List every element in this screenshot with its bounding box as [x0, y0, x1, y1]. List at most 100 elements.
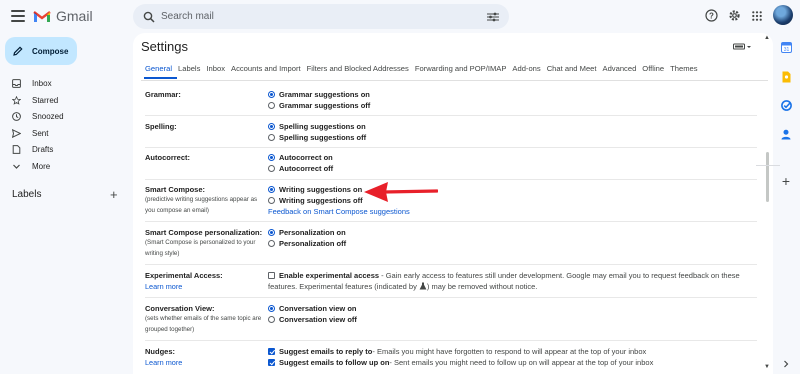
show-side-panel-icon[interactable]: [776, 360, 796, 368]
conversation-view-label: Conversation View:: [145, 304, 215, 313]
tabs-divider: [141, 80, 768, 81]
tasks-icon: [780, 100, 792, 111]
contacts-icon: [781, 129, 791, 140]
keep-app[interactable]: [776, 71, 796, 83]
nav-item-label: Drafts: [32, 144, 54, 154]
scroll-up-arrow[interactable]: ▲: [764, 35, 770, 41]
personalization-off-option[interactable]: Personalization off: [268, 239, 346, 248]
calendar-icon: 31: [780, 42, 792, 53]
suggest-reply-checkbox[interactable]: [268, 348, 275, 355]
experimental-learn-more-link[interactable]: Learn more: [145, 282, 182, 291]
tab-offline[interactable]: Offline: [642, 64, 664, 73]
nav-item-drafts[interactable]: Drafts: [0, 141, 120, 157]
grammar-label: Grammar:: [145, 90, 181, 99]
smart-compose-feedback-link[interactable]: Feedback on Smart Compose suggestions: [268, 207, 410, 216]
compose-button[interactable]: Compose: [5, 37, 77, 65]
search-bar[interactable]: Search mail: [133, 4, 509, 29]
row-divider: [145, 115, 757, 116]
calendar-app[interactable]: 31: [776, 42, 796, 53]
grammar-on-option[interactable]: Grammar suggestions on: [268, 90, 370, 99]
app-name: Gmail: [56, 8, 93, 24]
gmail-logo[interactable]: Gmail: [33, 8, 93, 24]
tasks-app[interactable]: [776, 100, 796, 111]
flask-icon: [419, 282, 427, 290]
autocorrect-on-option[interactable]: Autocorrect on: [268, 153, 333, 162]
tab-inbox[interactable]: Inbox: [206, 64, 225, 73]
option-label: Grammar suggestions on: [279, 90, 370, 99]
conversation-view-on-radio[interactable]: [268, 305, 275, 312]
svg-text:?: ?: [709, 11, 714, 20]
option-label: Conversation view on: [279, 304, 357, 313]
autocorrect-on-radio[interactable]: [268, 154, 275, 161]
personalization-on-radio[interactable]: [268, 229, 275, 236]
search-input[interactable]: Search mail: [161, 11, 214, 22]
tab-forwarding[interactable]: Forwarding and POP/IMAP: [415, 64, 507, 73]
autocorrect-off-option[interactable]: Autocorrect off: [268, 164, 333, 173]
search-options-icon[interactable]: [487, 12, 499, 22]
settings-gear-icon[interactable]: [728, 9, 741, 22]
tab-chat-meet[interactable]: Chat and Meet: [547, 64, 597, 73]
settings-tabs: General Labels Inbox Accounts and Import…: [145, 64, 704, 73]
search-icon[interactable]: [143, 11, 155, 23]
spelling-on-option[interactable]: Spelling suggestions on: [268, 122, 366, 131]
personalization-off-radio[interactable]: [268, 240, 275, 247]
add-label-icon[interactable]: +: [110, 187, 118, 202]
smart-compose-label: Smart Compose:: [145, 185, 206, 194]
spelling-off-radio[interactable]: [268, 134, 275, 141]
grammar-on-radio[interactable]: [268, 91, 275, 98]
nav-item-label: Sent: [32, 128, 49, 138]
option-label: Spelling suggestions on: [279, 122, 366, 131]
experimental-label: Experimental Access:: [145, 271, 223, 280]
tab-add-ons[interactable]: Add-ons: [512, 64, 540, 73]
tab-themes[interactable]: Themes: [670, 64, 697, 73]
tab-filters[interactable]: Filters and Blocked Addresses: [307, 64, 409, 73]
nav-item-label: More: [32, 161, 51, 171]
scrollbar-thumb[interactable]: [766, 152, 769, 202]
scroll-down-arrow[interactable]: ▼: [764, 364, 770, 370]
grammar-off-radio[interactable]: [268, 102, 275, 109]
experimental-access-checkbox[interactable]: [268, 272, 275, 279]
checkbox-label[interactable]: Suggest emails to reply to: [279, 346, 372, 357]
svg-text:31: 31: [783, 47, 789, 53]
option-label: Personalization on: [279, 228, 346, 237]
contacts-app[interactable]: [776, 129, 796, 140]
option-label: Autocorrect on: [279, 153, 333, 162]
personalization-on-option[interactable]: Personalization on: [268, 228, 346, 237]
tab-labels[interactable]: Labels: [178, 64, 200, 73]
chevron-right-icon: [784, 360, 789, 368]
account-avatar[interactable]: [773, 5, 793, 25]
tab-advanced[interactable]: Advanced: [603, 64, 637, 73]
nudges-learn-more-link[interactable]: Learn more: [145, 358, 182, 367]
checkbox-label[interactable]: Suggest emails to follow up on: [279, 357, 389, 368]
writing-suggestions-on-option[interactable]: Writing suggestions on: [268, 185, 362, 194]
writing-suggestions-on-radio[interactable]: [268, 186, 275, 193]
help-icon[interactable]: ?: [705, 9, 718, 22]
row-divider: [145, 264, 757, 265]
writing-suggestions-off-option[interactable]: Writing suggestions off: [268, 196, 363, 205]
conversation-view-off-radio[interactable]: [268, 316, 275, 323]
spelling-on-radio[interactable]: [268, 123, 275, 130]
option-label: Grammar suggestions off: [279, 101, 371, 110]
nav-item-more[interactable]: More: [0, 158, 120, 174]
input-tools-icon[interactable]: [733, 43, 753, 51]
nav-item-starred[interactable]: Starred: [0, 92, 120, 108]
checkbox-label[interactable]: Enable experimental access: [279, 271, 379, 280]
get-add-ons-icon[interactable]: +: [776, 173, 796, 189]
grammar-off-option[interactable]: Grammar suggestions off: [268, 101, 370, 110]
tab-general[interactable]: General: [145, 64, 172, 73]
conversation-view-on-option[interactable]: Conversation view on: [268, 304, 357, 313]
nav-item-sent[interactable]: Sent: [0, 125, 120, 141]
writing-suggestions-off-radio[interactable]: [268, 197, 275, 204]
nav-item-snoozed[interactable]: Snoozed: [0, 108, 120, 124]
option-label: Conversation view off: [279, 315, 357, 324]
apps-grid-icon[interactable]: [752, 11, 762, 21]
tab-accounts-import[interactable]: Accounts and Import: [231, 64, 301, 73]
main-menu-icon[interactable]: [11, 10, 25, 22]
conversation-view-off-option[interactable]: Conversation view off: [268, 315, 357, 324]
option-label: Autocorrect off: [279, 164, 334, 173]
suggest-follow-up-checkbox[interactable]: [268, 359, 275, 366]
autocorrect-off-radio[interactable]: [268, 165, 275, 172]
nav-item-inbox[interactable]: Inbox: [0, 75, 120, 91]
nav-item-label: Inbox: [32, 78, 52, 88]
spelling-off-option[interactable]: Spelling suggestions off: [268, 133, 366, 142]
